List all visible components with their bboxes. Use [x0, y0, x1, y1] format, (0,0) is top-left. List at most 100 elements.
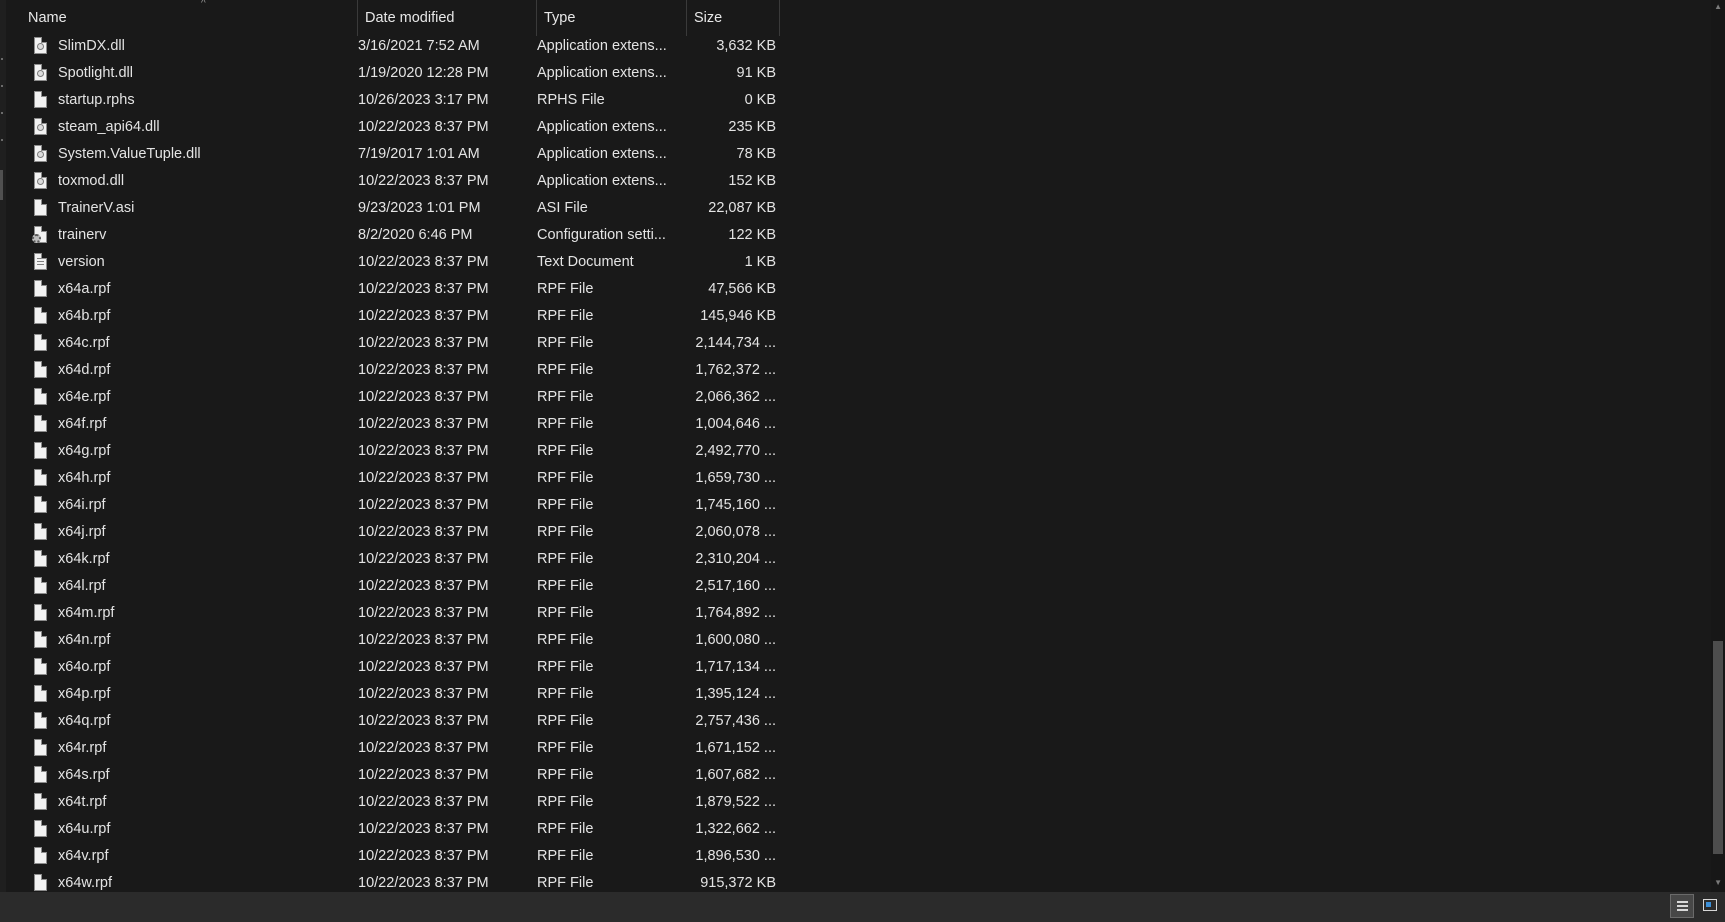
file-type: RPF File	[537, 686, 594, 702]
column-header-size[interactable]: Size	[687, 0, 780, 36]
file-row[interactable]: x64i.rpf 10/22/2023 8:37 PM RPF File 1,745,…	[6, 492, 1718, 519]
file-row[interactable]: TrainerV.asi 9/23/2023 1:01 PM ASI File 22,…	[6, 195, 1718, 222]
file-icon	[34, 334, 47, 351]
file-icon	[34, 307, 47, 324]
file-name: x64p.rpf	[58, 686, 111, 702]
file-size: 2,492,770 ...	[695, 443, 776, 459]
file-size: 1,896,530 ...	[695, 848, 776, 864]
file-size: 1,607,682 ...	[695, 767, 776, 783]
file-row[interactable]: x64f.rpf 10/22/2023 8:37 PM RPF File 1,004,…	[6, 411, 1718, 438]
file-icon	[34, 388, 47, 405]
file-row[interactable]: SlimDX.dll 3/16/2021 7:52 AM Application e…	[6, 33, 1718, 60]
file-row[interactable]: x64t.rpf 10/22/2023 8:37 PM RPF File 1,879,…	[6, 789, 1718, 816]
file-icon	[34, 739, 47, 756]
file-row[interactable]: x64a.rpf 10/22/2023 8:37 PM RPF File 47,566…	[6, 276, 1718, 303]
file-size: 122 KB	[728, 227, 776, 243]
file-type: RPF File	[537, 794, 594, 810]
navigation-selection-marker	[0, 170, 3, 200]
file-type: RPF File	[537, 308, 594, 324]
file-row[interactable]: x64k.rpf 10/22/2023 8:37 PM RPF File 2,310,…	[6, 546, 1718, 573]
large-icons-view-icon[interactable]	[1698, 894, 1722, 918]
file-row[interactable]: startup.rphs 10/26/2023 3:17 PM RPHS File 0…	[6, 87, 1718, 114]
file-row[interactable]: x64c.rpf 10/22/2023 8:37 PM RPF File 2,144,…	[6, 330, 1718, 357]
file-size: 1,004,646 ...	[695, 416, 776, 432]
column-header-name[interactable]: Name ^	[21, 0, 358, 36]
file-row[interactable]: trainerv 8/2/2020 6:46 PM Configuration se…	[6, 222, 1718, 249]
file-size: 22,087 KB	[708, 200, 776, 216]
file-name: x64g.rpf	[58, 443, 111, 459]
file-icon	[34, 280, 47, 297]
file-row[interactable]: x64e.rpf 10/22/2023 8:37 PM RPF File 2,066,…	[6, 384, 1718, 411]
file-icon	[34, 577, 47, 594]
file-row[interactable]: x64o.rpf 10/22/2023 8:37 PM RPF File 1,717,…	[6, 654, 1718, 681]
file-type: RPF File	[537, 740, 594, 756]
file-date-modified: 10/22/2023 8:37 PM	[358, 632, 489, 648]
file-date-modified: 10/22/2023 8:37 PM	[358, 443, 489, 459]
file-name: steam_api64.dll	[58, 119, 160, 135]
file-date-modified: 10/22/2023 8:37 PM	[358, 389, 489, 405]
file-size: 2,310,204 ...	[695, 551, 776, 567]
file-icon	[34, 604, 47, 621]
file-type: Configuration setti...	[537, 227, 666, 243]
file-row[interactable]: toxmod.dll 10/22/2023 8:37 PM Application …	[6, 168, 1718, 195]
file-type: Application extens...	[537, 146, 667, 162]
column-header-size-label: Size	[694, 10, 723, 26]
scroll-up-arrow-icon[interactable]: ▲	[1714, 2, 1722, 11]
file-type: RPF File	[537, 443, 594, 459]
file-row[interactable]: x64v.rpf 10/22/2023 8:37 PM RPF File 1,896,…	[6, 843, 1718, 870]
file-row[interactable]: x64m.rpf 10/22/2023 8:37 PM RPF File 1,764,…	[6, 600, 1718, 627]
dll-file-icon	[34, 172, 47, 189]
file-size: 3,632 KB	[716, 38, 776, 54]
file-date-modified: 10/22/2023 8:37 PM	[358, 281, 489, 297]
file-row[interactable]: Spotlight.dll 1/19/2020 12:28 PM Applicati…	[6, 60, 1718, 87]
file-size: 235 KB	[728, 119, 776, 135]
dll-file-icon	[34, 145, 47, 162]
dll-file-icon	[34, 64, 47, 81]
file-row[interactable]: x64p.rpf 10/22/2023 8:37 PM RPF File 1,395,…	[6, 681, 1718, 708]
file-date-modified: 10/22/2023 8:37 PM	[358, 254, 489, 270]
file-size: 1,600,080 ...	[695, 632, 776, 648]
file-type: Application extens...	[537, 38, 667, 54]
dll-file-icon	[34, 37, 47, 54]
file-row[interactable]: x64l.rpf 10/22/2023 8:37 PM RPF File 2,517,…	[6, 573, 1718, 600]
file-row[interactable]: steam_api64.dll 10/22/2023 8:37 PM Applica…	[6, 114, 1718, 141]
file-icon	[34, 550, 47, 567]
file-row[interactable]: System.ValueTuple.dll 7/19/2017 1:01 AM Ap…	[6, 141, 1718, 168]
file-row[interactable]: version 10/22/2023 8:37 PM Text Document 1 …	[6, 249, 1718, 276]
file-row[interactable]: x64u.rpf 10/22/2023 8:37 PM RPF File 1,322,…	[6, 816, 1718, 843]
file-name: trainerv	[58, 227, 107, 243]
column-header-date-modified[interactable]: Date modified	[358, 0, 537, 36]
file-name: x64f.rpf	[58, 416, 107, 432]
file-name: x64v.rpf	[58, 848, 109, 864]
file-name: x64m.rpf	[58, 605, 115, 621]
vertical-scrollbar[interactable]: ▲ ▼	[1711, 0, 1725, 892]
file-row[interactable]: x64b.rpf 10/22/2023 8:37 PM RPF File 145,94…	[6, 303, 1718, 330]
file-icon	[34, 361, 47, 378]
file-row[interactable]: x64d.rpf 10/22/2023 8:37 PM RPF File 1,762,…	[6, 357, 1718, 384]
file-date-modified: 10/22/2023 8:37 PM	[358, 659, 489, 675]
details-view-icon[interactable]	[1670, 894, 1694, 918]
file-date-modified: 10/22/2023 8:37 PM	[358, 497, 489, 513]
file-date-modified: 10/22/2023 8:37 PM	[358, 308, 489, 324]
file-row[interactable]: x64h.rpf 10/22/2023 8:37 PM RPF File 1,659,…	[6, 465, 1718, 492]
file-icon	[34, 847, 47, 864]
file-row[interactable]: x64s.rpf 10/22/2023 8:37 PM RPF File 1,607,…	[6, 762, 1718, 789]
file-row[interactable]: x64q.rpf 10/22/2023 8:37 PM RPF File 2,757,…	[6, 708, 1718, 735]
file-type: Application extens...	[537, 173, 667, 189]
file-row[interactable]: x64j.rpf 10/22/2023 8:37 PM RPF File 2,060,…	[6, 519, 1718, 546]
file-size: 152 KB	[728, 173, 776, 189]
file-row[interactable]: x64n.rpf 10/22/2023 8:37 PM RPF File 1,600,…	[6, 627, 1718, 654]
file-row[interactable]: x64r.rpf 10/22/2023 8:37 PM RPF File 1,671,…	[6, 735, 1718, 762]
scroll-down-arrow-icon[interactable]: ▼	[1714, 878, 1722, 887]
file-name: version	[58, 254, 105, 270]
file-icon	[34, 496, 47, 513]
file-size: 1,322,662 ...	[695, 821, 776, 837]
file-list: SlimDX.dll 3/16/2021 7:52 AM Application e…	[6, 33, 1718, 897]
nav-dot	[1, 139, 3, 141]
file-row[interactable]: x64g.rpf 10/22/2023 8:37 PM RPF File 2,492,…	[6, 438, 1718, 465]
file-name: SlimDX.dll	[58, 38, 125, 54]
scrollbar-thumb[interactable]	[1713, 641, 1723, 854]
file-name: x64a.rpf	[58, 281, 111, 297]
file-date-modified: 10/22/2023 8:37 PM	[358, 605, 489, 621]
column-header-type[interactable]: Type	[537, 0, 687, 36]
